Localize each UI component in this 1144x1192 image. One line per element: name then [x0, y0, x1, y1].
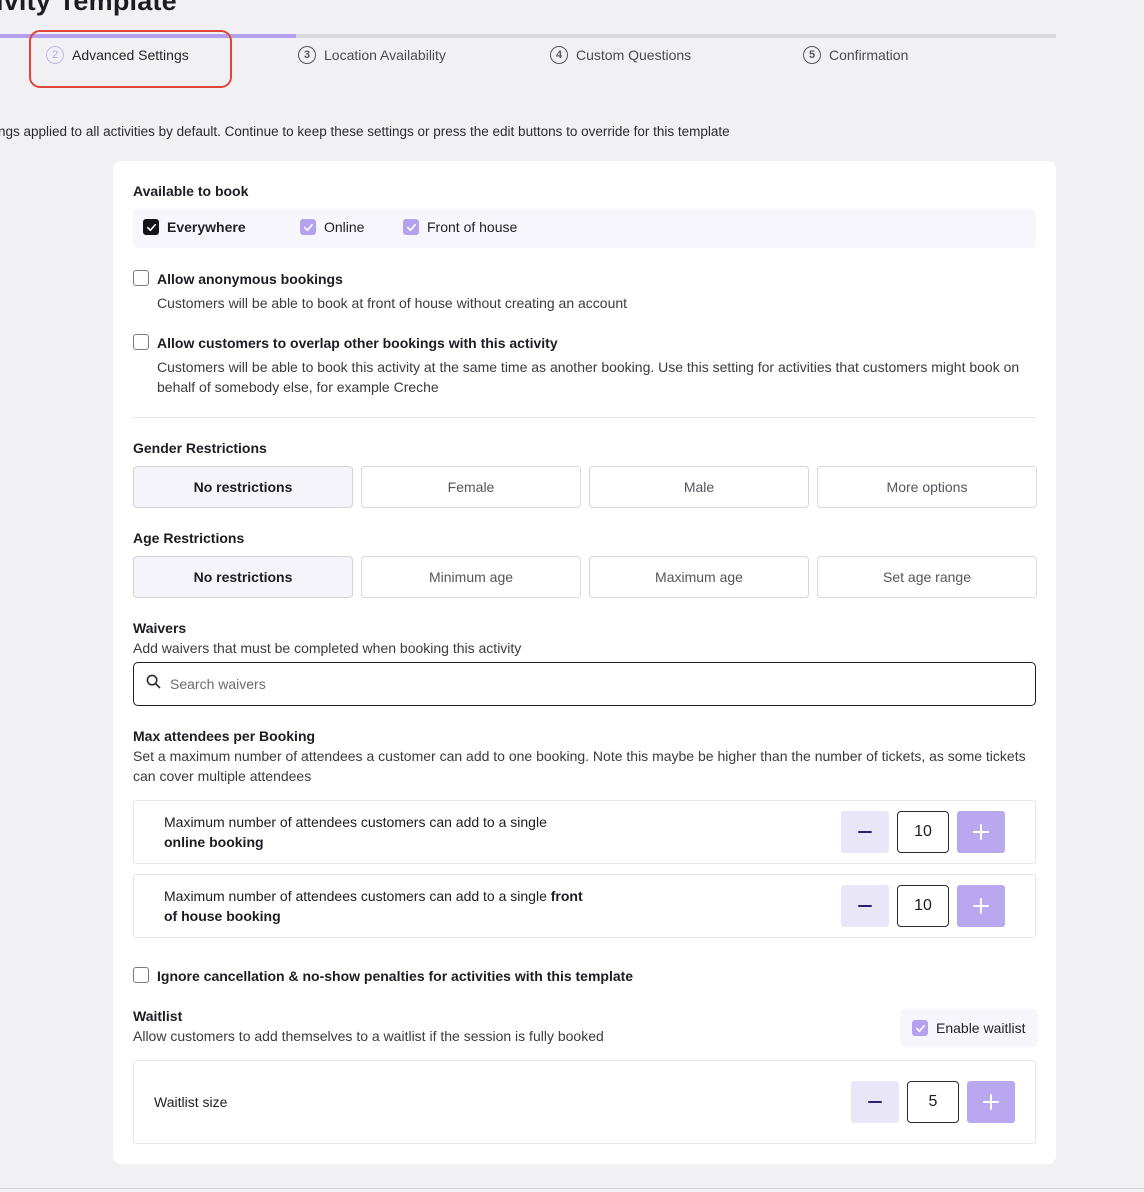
step-number-4: 4 — [550, 46, 568, 64]
step-custom-questions[interactable]: 4 Custom Questions — [550, 46, 691, 64]
penalties-label: Ignore cancellation & no-show penalties … — [157, 968, 634, 984]
footer-divider — [0, 1188, 1144, 1189]
foh-attendees-text-bold-a: front — [550, 888, 583, 904]
online-decrement-button[interactable] — [841, 811, 889, 853]
foh-increment-button[interactable] — [957, 885, 1005, 927]
check-icon — [403, 219, 419, 235]
age-minimum-button[interactable]: Minimum age — [361, 556, 581, 598]
foh-attendees-text-bold-b: of house booking — [164, 908, 281, 924]
foh-attendees-text: Maximum number of attendees customers ca… — [164, 886, 624, 926]
overlap-desc: Customers will be able to book this acti… — [157, 359, 1020, 395]
online-attendees-row: Maximum number of attendees customers ca… — [133, 800, 1036, 864]
waivers-search — [133, 662, 1036, 706]
minus-icon — [858, 905, 872, 907]
waitlist-desc: Allow customers to add themselves to a w… — [133, 1028, 604, 1044]
step-label: Location Availability — [324, 47, 446, 63]
waitlist-size-input[interactable] — [907, 1081, 959, 1123]
online-attendees-text-bold: online booking — [164, 834, 264, 850]
penalties-checkbox[interactable] — [133, 967, 149, 983]
enable-waitlist-checkbox[interactable]: Enable waitlist — [900, 1009, 1038, 1047]
plus-icon — [973, 824, 989, 840]
gender-no-restrictions-button[interactable]: No restrictions — [133, 466, 353, 508]
gender-heading: Gender Restrictions — [133, 440, 267, 456]
plus-icon — [973, 898, 989, 914]
front-of-house-checkbox[interactable]: Front of house — [403, 219, 517, 235]
age-no-restrictions-button[interactable]: No restrictions — [133, 556, 353, 598]
waitlist-increment-button[interactable] — [967, 1081, 1015, 1123]
foh-attendees-stepper — [841, 885, 1005, 927]
waitlist-decrement-button[interactable] — [851, 1081, 899, 1123]
foh-attendees-row: Maximum number of attendees customers ca… — [133, 874, 1036, 938]
online-attendees-text-main: Maximum number of attendees customers ca… — [164, 814, 547, 830]
online-label: Online — [324, 219, 365, 235]
step-confirmation[interactable]: 5 Confirmation — [803, 46, 908, 64]
attendees-desc: Set a maximum number of attendees a cust… — [133, 748, 1026, 784]
check-icon — [300, 219, 316, 235]
overlap-label: Allow customers to overlap other booking… — [157, 335, 558, 351]
anonymous-label: Allow anonymous bookings — [157, 271, 343, 287]
gender-options: No restrictions Female Male More options — [133, 466, 1037, 508]
attendees-heading: Max attendees per Booking — [133, 728, 316, 744]
enable-waitlist-label: Enable waitlist — [936, 1020, 1026, 1036]
plus-icon — [983, 1094, 999, 1110]
foh-attendees-text-main: Maximum number of attendees customers ca… — [164, 888, 547, 904]
available-options: Everywhere Online Front of house — [133, 209, 1036, 248]
online-checkbox[interactable]: Online — [300, 219, 364, 235]
check-icon — [143, 219, 159, 235]
intro-text: ngs applied to all activities by default… — [0, 124, 730, 139]
waitlist-size-label: Waitlist size — [154, 1094, 228, 1110]
waitlist-size-row: Waitlist size — [133, 1060, 1036, 1144]
settings-card: Available to book Everywhere Online Fron… — [113, 161, 1056, 1164]
anonymous-desc: Customers will be able to book at front … — [157, 295, 628, 311]
gender-more-options-button[interactable]: More options — [817, 466, 1037, 508]
step-highlight-ring — [29, 30, 232, 88]
step-number-3: 3 — [298, 46, 316, 64]
step-location-availability[interactable]: 3 Location Availability — [298, 46, 446, 64]
front-of-house-label: Front of house — [427, 219, 518, 235]
available-heading: Available to book — [133, 183, 249, 199]
minus-icon — [858, 831, 872, 833]
everywhere-checkbox[interactable]: Everywhere — [143, 219, 246, 235]
online-attendees-input[interactable] — [897, 811, 949, 853]
foh-decrement-button[interactable] — [841, 885, 889, 927]
minus-icon — [868, 1101, 882, 1103]
online-attendees-stepper — [841, 811, 1005, 853]
page-title: ivity Template — [0, 0, 177, 16]
waitlist-size-stepper — [851, 1081, 1015, 1123]
waivers-heading: Waivers — [133, 620, 187, 636]
step-number-5: 5 — [803, 46, 821, 64]
waivers-desc: Add waivers that must be completed when … — [133, 640, 522, 656]
waivers-search-input[interactable] — [170, 676, 1010, 692]
age-range-button[interactable]: Set age range — [817, 556, 1037, 598]
search-icon — [146, 674, 161, 694]
waitlist-heading: Waitlist — [133, 1008, 183, 1024]
everywhere-label: Everywhere — [167, 219, 246, 235]
online-increment-button[interactable] — [957, 811, 1005, 853]
gender-female-button[interactable]: Female — [361, 466, 581, 508]
age-maximum-button[interactable]: Maximum age — [589, 556, 809, 598]
age-heading: Age Restrictions — [133, 530, 245, 546]
step-label: Custom Questions — [576, 47, 692, 63]
section-divider — [133, 417, 1036, 418]
overlap-checkbox[interactable] — [133, 334, 149, 350]
foh-attendees-input[interactable] — [897, 885, 949, 927]
gender-male-button[interactable]: Male — [589, 466, 809, 508]
online-attendees-text: Maximum number of attendees customers ca… — [164, 812, 624, 852]
age-options: No restrictions Minimum age Maximum age … — [133, 556, 1037, 598]
anonymous-checkbox[interactable] — [133, 270, 149, 286]
check-icon — [912, 1020, 928, 1036]
step-label: Confirmation — [829, 47, 909, 63]
